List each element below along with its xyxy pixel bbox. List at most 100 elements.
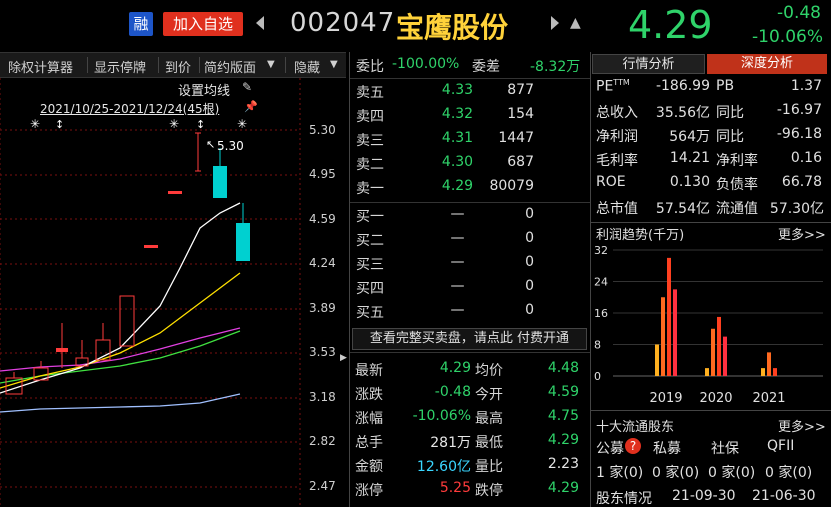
bid-price: — <box>450 278 465 294</box>
y-tick-label: 24 <box>594 276 608 289</box>
toolbar-divider <box>285 57 286 73</box>
holders-more-link[interactable]: 更多>> <box>778 416 826 435</box>
toolbar-show-suspended[interactable]: 显示停牌 <box>94 57 146 76</box>
margin-trading-badge[interactable]: 融 <box>129 12 153 36</box>
kline-chart[interactable]: ✳ ↕ ✳ ↕ ✳ ↖ 5.30 <box>0 78 346 507</box>
stat-value: 2.23 <box>547 456 579 472</box>
candle <box>144 245 158 248</box>
metric-label: 总收入 <box>596 105 638 121</box>
svg-text:↕: ↕ <box>55 118 64 131</box>
stat-label: 最高 <box>475 411 503 427</box>
metric-label: 同比 <box>716 105 744 121</box>
stat-label: 最低 <box>475 435 503 451</box>
profit-bar <box>673 289 677 376</box>
profit-bar <box>767 352 771 376</box>
metric-value: -16.97 <box>776 102 822 118</box>
chevron-down-icon[interactable]: ▼ <box>330 59 338 70</box>
bid-volume: 0 <box>525 302 534 318</box>
next-stock-icon[interactable] <box>551 16 559 30</box>
bid-row: 买二 — 0 <box>350 228 590 252</box>
metric-label: ROE <box>596 174 626 190</box>
ask-price: 4.32 <box>441 106 474 122</box>
holder-date[interactable]: 21-09-30 <box>672 488 736 504</box>
svg-text:✳: ✳ <box>30 117 40 131</box>
holder-type-label: 公募 <box>596 441 624 457</box>
bell-icon[interactable]: ▲ <box>570 15 581 31</box>
pin-icon[interactable]: ✎ <box>242 80 252 94</box>
metric-label: 毛利率 <box>596 153 638 169</box>
metric-superscript: TTM <box>613 78 630 87</box>
ask-row: 卖二 4.30 687 <box>350 152 590 176</box>
metric-value: 0.130 <box>669 174 710 190</box>
stat-value: 4.59 <box>547 384 579 400</box>
stat-value: 4.75 <box>547 408 579 424</box>
y-tick-label: 8 <box>594 339 601 352</box>
weibi-value: -100.00% <box>392 56 460 72</box>
metric-label: 流通值 <box>716 201 758 217</box>
holder-date[interactable]: 21-06-30 <box>752 488 816 504</box>
metric-value: 0.16 <box>790 150 822 166</box>
profit-trend-chart: 0 8 16 24 32 2019 2020 2021 <box>594 244 823 406</box>
holder-type-label: QFII <box>767 438 795 454</box>
bid-row: 买三 — 0 <box>350 252 590 276</box>
bid-label: 买二 <box>356 233 384 249</box>
weibi-row: 委比 -100.00% 委差 -8.32万 <box>350 54 590 78</box>
ask-volume: 154 <box>507 106 534 122</box>
bid-price: — <box>450 230 465 246</box>
tab-market-analysis[interactable]: 行情分析 <box>592 54 705 74</box>
toolbar-hide[interactable]: 隐藏 <box>294 57 320 76</box>
y-tick-label: 0 <box>594 370 601 383</box>
toolbar-layout[interactable]: 简约版面 <box>204 57 256 76</box>
profit-bar <box>773 368 777 376</box>
prev-stock-icon[interactable] <box>256 16 264 30</box>
ma-line-60 <box>0 393 241 413</box>
y-tick-label: 3.53 <box>309 345 336 359</box>
expand-arrow-icon[interactable]: ▶ <box>340 353 347 363</box>
header-bar: 融 加入自选 002047 宝鹰股份 ▲ 4.29 -0.48 -10.06% <box>0 0 831 52</box>
ma-settings-link[interactable]: 设置均线 <box>178 80 230 99</box>
ask-label: 卖二 <box>356 157 384 173</box>
toolbar-price-alert[interactable]: 到价 <box>165 57 191 76</box>
profit-bar <box>711 328 715 376</box>
ask-volume: 1447 <box>498 130 534 146</box>
candle <box>119 295 135 347</box>
help-icon[interactable]: ? <box>625 438 641 454</box>
ask-label: 卖四 <box>356 109 384 125</box>
stat-value: -10.06% <box>412 408 471 424</box>
profit-more-link[interactable]: 更多>> <box>778 224 826 243</box>
chevron-down-icon[interactable]: ▼ <box>267 59 275 70</box>
current-price: 4.29 <box>628 3 713 47</box>
holder-count: 1 家(0) <box>596 465 644 481</box>
metric-label: 负债率 <box>716 177 758 193</box>
metric-label: PB <box>716 78 735 94</box>
bid-price: — <box>450 206 465 222</box>
bid-label: 买三 <box>356 257 384 273</box>
svg-text:✳: ✳ <box>237 117 247 131</box>
holder-count: 0 家(0) <box>652 465 700 481</box>
date-range-label[interactable]: 2021/10/25-2021/12/24(45根) <box>40 100 219 117</box>
y-tick-label: 3.18 <box>309 390 336 404</box>
x-tick-label: 2021 <box>752 391 785 406</box>
holder-type-label: 社保 <box>711 441 739 457</box>
x-tick-label: 2020 <box>699 391 732 406</box>
stat-label: 涨跌 <box>355 387 383 403</box>
bid-price: — <box>450 254 465 270</box>
pin-icon[interactable]: 📌 <box>244 100 258 113</box>
stat-value: 5.25 <box>439 480 471 496</box>
profit-bar <box>667 257 671 376</box>
toolbar-divider <box>199 57 200 73</box>
bid-price: — <box>450 302 465 318</box>
ask-row: 卖一 4.29 80079 <box>350 176 590 200</box>
holder-type-label: 私募 <box>653 441 681 457</box>
stock-code: 002047 <box>290 8 396 38</box>
metric-value: 57.54亿 <box>655 201 710 217</box>
add-favorite-button[interactable]: 加入自选 <box>163 12 243 36</box>
full-orderbook-upgrade-link[interactable]: 查看完整买卖盘，请点此 付费开通 <box>352 328 587 350</box>
toolbar-ex-rights-calculator[interactable]: 除权计算器 <box>8 57 73 76</box>
tab-deep-analysis[interactable]: 深度分析 <box>707 54 827 74</box>
stat-value: 12.60亿 <box>416 459 471 475</box>
svg-text:✳: ✳ <box>169 117 179 131</box>
profit-bar <box>761 368 765 376</box>
profit-bar <box>661 297 665 376</box>
metric-label: 净利润 <box>596 129 638 145</box>
